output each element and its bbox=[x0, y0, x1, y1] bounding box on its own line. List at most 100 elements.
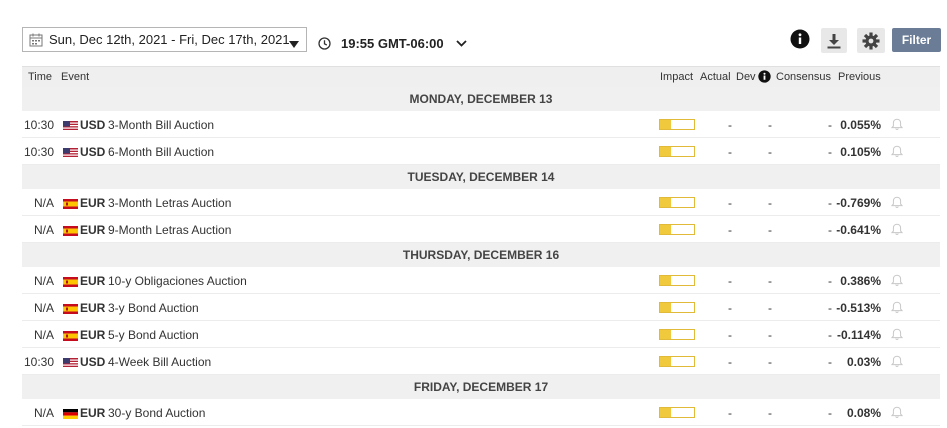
table-row[interactable]: N/A EUR 10-y Obligaciones Auction - - -0.386% bbox=[22, 267, 940, 294]
impact-meter-fill bbox=[660, 330, 672, 339]
event-consensus: - bbox=[828, 223, 832, 237]
day-label: TUESDAY, DECEMBER 14 bbox=[407, 170, 555, 184]
table-row[interactable]: N/A EUR 3-Month Letras Auction - - - -0.769% bbox=[22, 189, 940, 216]
date-range-picker[interactable]: Sun, Dec 12th, 2021 - Fri, Dec 17th, 202… bbox=[22, 27, 307, 52]
bell-icon[interactable] bbox=[891, 118, 903, 131]
event-previous: -0.769% bbox=[836, 196, 881, 210]
event-currency: EUR bbox=[80, 274, 106, 288]
table-row[interactable]: 10:30 USD 3-Month Bill Auction - - -0.055% bbox=[22, 111, 940, 138]
event-name-link[interactable]: 10-y Obligaciones Auction bbox=[108, 274, 247, 288]
event-previous: 0.105% bbox=[840, 145, 881, 159]
filter-button[interactable]: Filter bbox=[892, 28, 941, 52]
event-name-link[interactable]: 4-Week Bill Auction bbox=[108, 355, 211, 369]
event-currency: EUR bbox=[80, 196, 106, 210]
table-row[interactable]: N/A EUR 9-Month Letras Auction - - - -0.641% bbox=[22, 216, 940, 243]
event-time: 10:30 bbox=[23, 355, 54, 369]
event-name-link[interactable]: 3-Month Bill Auction bbox=[108, 118, 214, 132]
table-row[interactable]: N/A EUR 5-y Bond Auction - - - -0.114% bbox=[22, 321, 940, 348]
event-name-link[interactable]: 30-y Bond Auction bbox=[108, 406, 205, 420]
bell-icon[interactable] bbox=[891, 196, 903, 209]
caret-down-icon bbox=[289, 36, 299, 51]
bell-icon[interactable] bbox=[891, 355, 903, 368]
dev-info-icon[interactable] bbox=[758, 70, 771, 86]
event-currency: USD bbox=[80, 355, 106, 369]
event-previous: 0.03% bbox=[846, 355, 881, 369]
event-time: N/A bbox=[33, 196, 54, 210]
impact-meter bbox=[659, 224, 695, 235]
col-previous: Previous bbox=[838, 71, 881, 83]
event-previous: 0.055% bbox=[840, 118, 881, 132]
settings-button[interactable] bbox=[857, 28, 885, 53]
event-deviation: - bbox=[768, 196, 772, 210]
event-deviation: - bbox=[768, 355, 772, 369]
bell-icon[interactable] bbox=[891, 145, 903, 158]
day-header: FRIDAY, DECEMBER 17 bbox=[22, 375, 940, 399]
impact-meter-fill bbox=[660, 225, 672, 234]
event-consensus: - bbox=[828, 355, 832, 369]
event-actual: - bbox=[728, 355, 732, 369]
event-deviation: - bbox=[768, 301, 772, 315]
impact-meter-fill bbox=[660, 303, 672, 312]
table-row[interactable]: N/A EUR 30-y Bond Auction - - -0.08% bbox=[22, 399, 940, 426]
event-name-link[interactable]: 9-Month Letras Auction bbox=[108, 223, 231, 237]
event-deviation: - bbox=[768, 328, 772, 342]
event-previous: 0.386% bbox=[840, 274, 881, 288]
event-time: 10:30 bbox=[23, 118, 54, 132]
event-actual: - bbox=[728, 196, 732, 210]
download-button[interactable] bbox=[821, 28, 847, 53]
col-time: Time bbox=[28, 71, 53, 83]
event-actual: - bbox=[728, 223, 732, 237]
impact-meter-fill bbox=[660, 357, 672, 366]
event-currency: EUR bbox=[80, 328, 106, 342]
impact-meter bbox=[659, 197, 695, 208]
impact-meter bbox=[659, 146, 695, 157]
event-name-link[interactable]: 6-Month Bill Auction bbox=[108, 145, 214, 159]
bell-icon[interactable] bbox=[891, 406, 903, 419]
bell-icon[interactable] bbox=[891, 223, 903, 236]
event-name-link[interactable]: 3-Month Letras Auction bbox=[108, 196, 231, 210]
day-header: TUESDAY, DECEMBER 14 bbox=[22, 165, 940, 189]
event-previous: -0.114% bbox=[836, 328, 881, 342]
event-time: N/A bbox=[33, 301, 54, 315]
bell-icon[interactable] bbox=[891, 274, 903, 287]
day-header: THURSDAY, DECEMBER 16 bbox=[22, 243, 940, 267]
event-previous: 0.08% bbox=[846, 406, 881, 420]
table-row[interactable]: 10:30 USD 6-Month Bill Auction - - -0.105% bbox=[22, 138, 940, 165]
impact-meter-fill bbox=[660, 198, 672, 207]
table-row[interactable]: N/A EUR 3-y Bond Auction - - - -0.513% bbox=[22, 294, 940, 321]
event-actual: - bbox=[728, 274, 732, 288]
impact-meter bbox=[659, 329, 695, 340]
impact-meter-fill bbox=[660, 408, 672, 417]
event-actual: - bbox=[728, 406, 732, 420]
event-previous: -0.513% bbox=[836, 301, 881, 315]
event-currency: EUR bbox=[80, 223, 106, 237]
current-time: 19:55 GMT-06:00 bbox=[341, 35, 444, 51]
table-body: MONDAY, DECEMBER 13 10:30 USD 3-Month Bill … bbox=[22, 87, 940, 426]
event-time: N/A bbox=[33, 223, 54, 237]
event-time: N/A bbox=[33, 328, 54, 342]
event-deviation: - bbox=[768, 406, 772, 420]
event-actual: - bbox=[728, 301, 732, 315]
col-consensus: Consensus bbox=[776, 71, 832, 83]
impact-meter-fill bbox=[660, 147, 672, 156]
event-previous: -0.641% bbox=[836, 223, 881, 237]
event-name-link[interactable]: 5-y Bond Auction bbox=[108, 328, 199, 342]
es-flag-icon bbox=[63, 198, 78, 209]
timezone-selector[interactable]: 19:55 GMT-06:00 bbox=[318, 33, 467, 53]
impact-meter bbox=[659, 407, 695, 418]
es-flag-icon bbox=[63, 225, 78, 236]
event-name-link[interactable]: 3-y Bond Auction bbox=[108, 301, 199, 315]
event-consensus: - bbox=[828, 118, 832, 132]
event-consensus: - bbox=[828, 406, 832, 420]
table-header: Time Event Impact Actual Dev Consensus P… bbox=[22, 66, 940, 87]
col-event: Event bbox=[61, 71, 90, 83]
event-actual: - bbox=[728, 145, 732, 159]
event-time: N/A bbox=[33, 406, 54, 420]
col-actual: Actual bbox=[700, 71, 731, 83]
bell-icon[interactable] bbox=[891, 328, 903, 341]
info-icon[interactable] bbox=[789, 28, 811, 50]
table-row[interactable]: 10:30 USD 4-Week Bill Auction - - -0.03% bbox=[22, 348, 940, 375]
event-time: 10:30 bbox=[23, 145, 54, 159]
bell-icon[interactable] bbox=[891, 301, 903, 314]
day-label: MONDAY, DECEMBER 13 bbox=[409, 92, 553, 106]
